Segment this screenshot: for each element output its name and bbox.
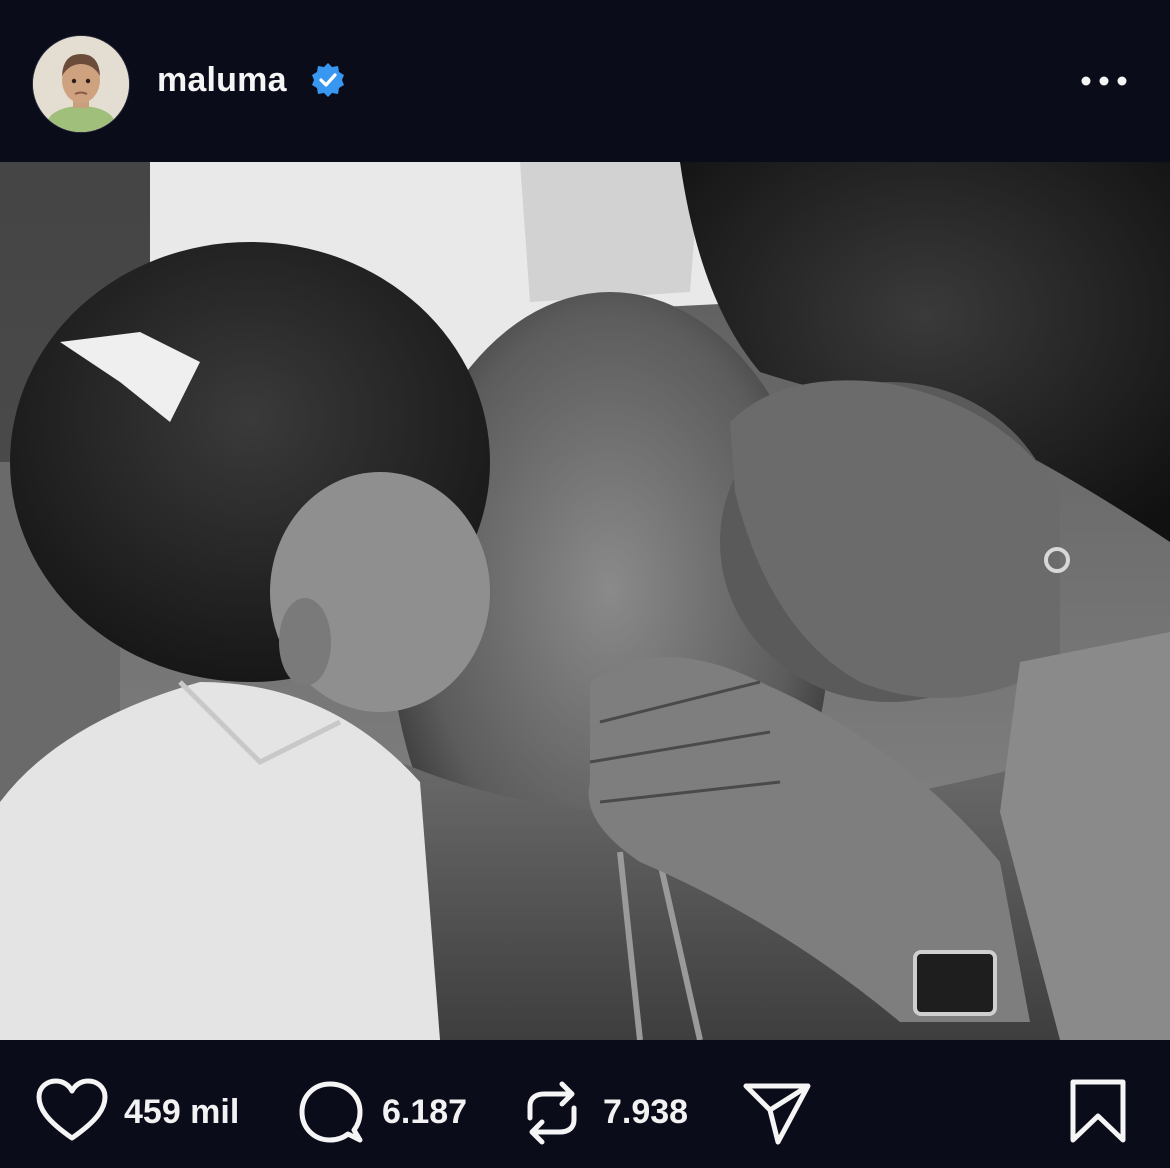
post-photo — [0, 162, 1170, 1040]
verified-badge-icon — [312, 63, 344, 97]
comment-bubble-icon[interactable] — [298, 1080, 364, 1146]
send-icon[interactable] — [742, 1080, 812, 1146]
avatar[interactable] — [32, 35, 130, 133]
bookmark-icon[interactable] — [1068, 1078, 1128, 1144]
comment-count[interactable]: 6.187 — [382, 1090, 467, 1134]
child-portrait-avatar-icon — [33, 36, 129, 132]
more-horizontal-icon[interactable] — [1078, 64, 1132, 98]
username[interactable]: maluma — [157, 58, 287, 102]
post-header: maluma — [0, 0, 1170, 162]
heart-icon[interactable] — [36, 1078, 108, 1144]
post-image[interactable] — [0, 162, 1170, 1040]
repost-icon[interactable] — [522, 1080, 582, 1146]
repost-count[interactable]: 7.938 — [603, 1090, 688, 1134]
like-count[interactable]: 459 mil — [124, 1090, 239, 1134]
